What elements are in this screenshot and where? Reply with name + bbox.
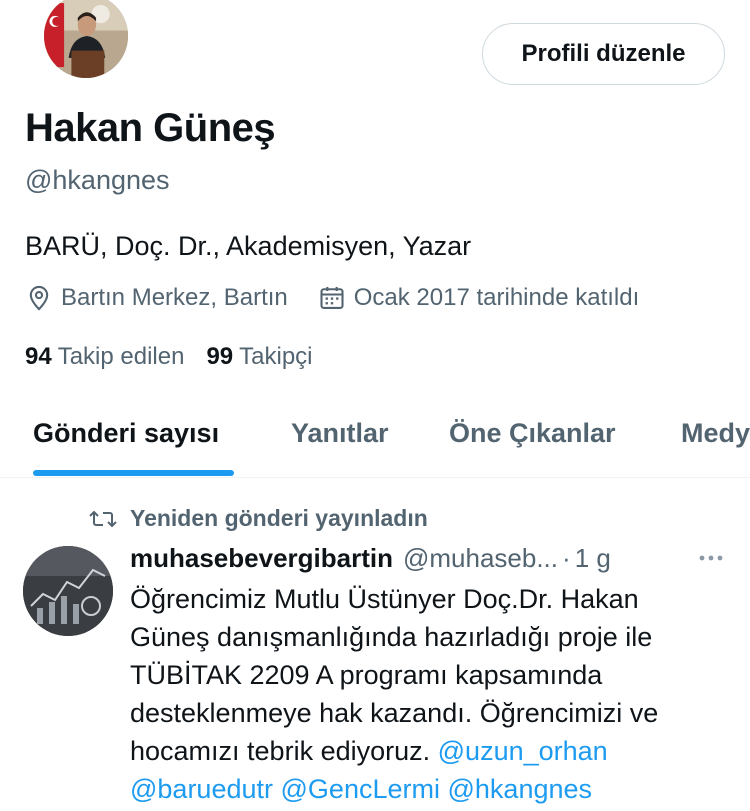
repost-label: Yeniden gönderi yayınladın [130, 505, 428, 531]
tab-media[interactable]: Medya [681, 418, 750, 449]
following-link[interactable]: 94 Takip edilen [25, 343, 184, 371]
post-author-photo [23, 546, 113, 636]
post-timestamp[interactable]: 1 g [575, 543, 611, 574]
repost-icon [88, 506, 118, 532]
profile-location: Bartın Merkez, Bartın [61, 284, 288, 311]
following-label: Takip edilen [57, 343, 185, 370]
post-text-line: Güneş danışmanlığında hazırladığı proje … [130, 622, 653, 652]
post-text-line: Öğrencimiz Mutlu Üstünyer Doç.Dr. Hakan [130, 584, 639, 614]
repost-indicator: Yeniden gönderi yayınladın [88, 505, 428, 532]
post-mentions-line: @baruedutr @GencLermi @hkangnes [130, 770, 730, 808]
post-body: Öğrencimiz Mutlu Üstünyer Doç.Dr. Hakan … [130, 580, 730, 808]
following-count: 94 [25, 343, 52, 370]
post-text-line: TÜBİTAK 2209 A programı kapsamında [130, 660, 603, 690]
follow-stats: 94 Takip edilen 99 Takipçi [25, 343, 335, 371]
more-dots-icon[interactable] [694, 543, 728, 573]
tab-highlights[interactable]: Öne Çıkanlar [449, 418, 616, 449]
mention-link[interactable]: @baruedutr [130, 774, 273, 804]
edit-profile-button[interactable]: Profili düzenle [482, 23, 725, 85]
profile-tabs: Gönderi sayısı Yanıtlar Öne Çıkanlar Med… [0, 400, 750, 478]
profile-bio: BARÜ, Doç. Dr., Akademisyen, Yazar [25, 231, 472, 261]
tab-replies[interactable]: Yanıtlar [291, 418, 389, 449]
post-separator: · [562, 543, 571, 573]
followers-label: Takipçi [239, 343, 313, 370]
mention-link[interactable]: @uzun_orhan [438, 736, 608, 766]
mention-link[interactable]: @GencLermi [281, 774, 440, 804]
profile-avatar[interactable] [40, 0, 132, 82]
location-pin-icon [25, 284, 53, 312]
tab-posts[interactable]: Gönderi sayısı [33, 418, 219, 449]
post-header: muhasebevergibartin @muhaseb... · 1 g [130, 543, 611, 574]
profile-joined-date: Ocak 2017 tarihinde katıldı [353, 284, 640, 311]
profile-handle: @hkangnes [25, 165, 170, 195]
post-author-avatar[interactable] [23, 546, 113, 636]
mention-link[interactable]: @hkangnes [448, 774, 593, 804]
followers-count: 99 [206, 343, 234, 370]
followers-link[interactable]: 99 Takipçi [206, 343, 312, 371]
post-author-name[interactable]: muhasebevergibartin [130, 543, 393, 574]
post-text-line-with-mention: hocamızı tebrik ediyoruz. @uzun_orhan [130, 732, 730, 770]
profile-photo [44, 0, 128, 78]
calendar-icon [318, 284, 346, 312]
active-tab-indicator [33, 470, 234, 476]
profile-meta: Bartın Merkez, Bartın Ocak 2017 tarihind… [25, 284, 639, 312]
post-author-handle[interactable]: @muhaseb... [403, 543, 558, 574]
post-text-segment: hocamızı tebrik ediyoruz. [130, 736, 438, 766]
post-text-line: desteklenmeye hak kazandı. Öğrencimizi v… [130, 698, 659, 728]
profile-display-name: Hakan Güneş [25, 106, 276, 150]
